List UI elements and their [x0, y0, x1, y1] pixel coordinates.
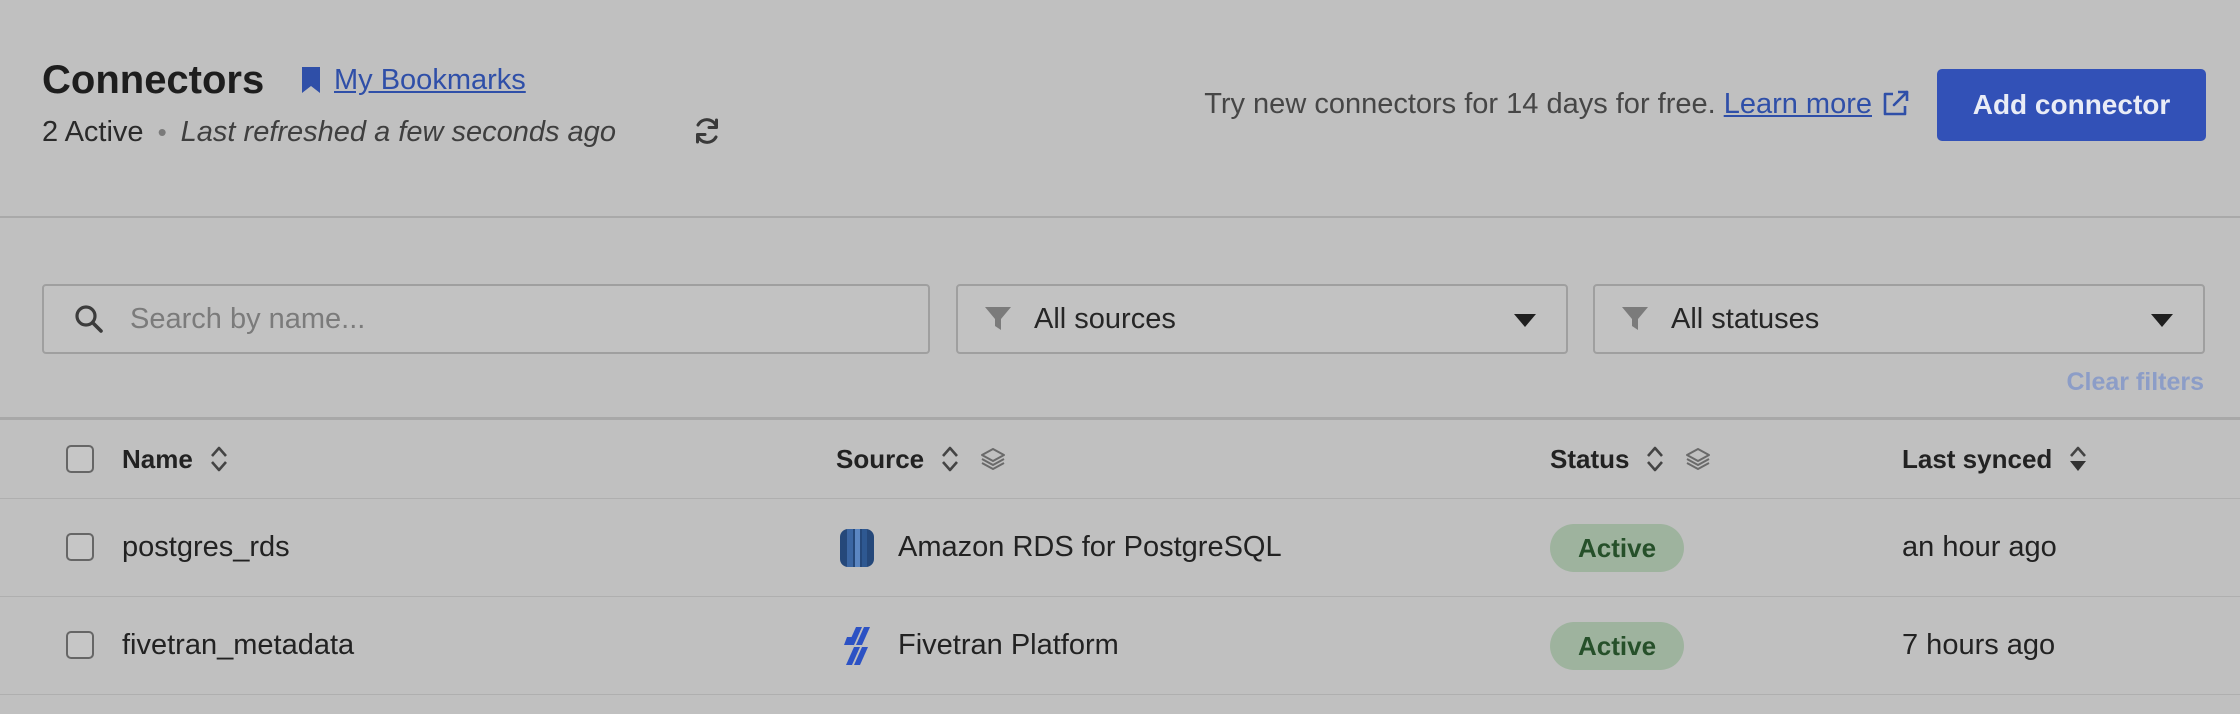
row-checkbox[interactable]: [66, 533, 94, 561]
sources-filter-value: All sources: [1034, 302, 1176, 335]
status-cell: Active: [1550, 499, 1685, 596]
statuses-filter[interactable]: All statuses: [1593, 284, 2205, 354]
external-link-icon[interactable]: [1880, 89, 1910, 119]
last-synced-cell: an hour ago: [1902, 499, 2057, 596]
status-badge: Active: [1550, 523, 1685, 572]
column-source-label: Source: [836, 443, 925, 474]
last-synced: 7 hours ago: [1902, 629, 2056, 661]
chevron-down-icon: [2151, 314, 2173, 327]
source-cell: Fivetran Platform: [838, 597, 1119, 694]
connector-name[interactable]: fivetran_metadata: [122, 629, 354, 662]
bookmark-icon: [302, 67, 320, 93]
clear-filters-button[interactable]: Clear filters: [2066, 368, 2204, 397]
column-status-label: Status: [1550, 443, 1630, 474]
sort-icon[interactable]: [209, 445, 229, 473]
page-header: Connectors My Bookmarks 2 Active • Last …: [0, 0, 2240, 218]
status-cell: Active: [1550, 597, 1685, 694]
filter-icon: [1622, 307, 1648, 330]
connector-name[interactable]: postgres_rds: [122, 531, 290, 564]
meta-separator: •: [157, 117, 167, 147]
source-name: Fivetran Platform: [898, 629, 1119, 661]
status-badge: Active: [1550, 621, 1685, 670]
connector-name-cell: fivetran_metadata: [122, 597, 354, 694]
last-refreshed: Last refreshed a few seconds ago: [180, 116, 616, 148]
layers-icon[interactable]: [980, 446, 1006, 472]
connector-meta: 2 Active • Last refreshed a few seconds …: [42, 114, 616, 150]
learn-more-link[interactable]: Learn more: [1724, 86, 1872, 122]
connector-name-cell: postgres_rds: [122, 499, 290, 596]
sort-descending-icon[interactable]: [2068, 445, 2088, 473]
chevron-down-icon: [1514, 314, 1536, 327]
column-source-header[interactable]: Source: [836, 420, 1006, 498]
search-input[interactable]: [128, 301, 892, 337]
column-name-header[interactable]: Name: [122, 420, 229, 498]
refresh-button[interactable]: [692, 116, 722, 151]
sort-icon[interactable]: [940, 445, 960, 473]
table-header-row: Name Source Status Last synced: [0, 420, 2240, 499]
connectors-table: Name Source Status Last synced postgres_…: [0, 417, 2240, 695]
page-title: Connectors: [42, 58, 265, 102]
table-row[interactable]: fivetran_metadata Fivetran Platform Acti…: [0, 597, 2240, 695]
trial-promo: Try new connectors for 14 days for free.…: [1204, 86, 1910, 122]
statuses-filter-value: All statuses: [1671, 302, 1820, 335]
column-name-label: Name: [122, 443, 193, 474]
select-all-checkbox[interactable]: [66, 445, 94, 473]
last-synced-cell: 7 hours ago: [1902, 597, 2055, 694]
add-connector-button[interactable]: Add connector: [1937, 69, 2206, 141]
layers-icon[interactable]: [1685, 446, 1711, 472]
row-checkbox[interactable]: [66, 631, 94, 659]
source-name: Amazon RDS for PostgreSQL: [898, 531, 1282, 563]
refresh-icon: [696, 118, 718, 144]
column-status-header[interactable]: Status: [1550, 420, 1711, 498]
sources-filter[interactable]: All sources: [956, 284, 1568, 354]
search-icon: [75, 305, 103, 333]
amazon-rds-logo-icon: [840, 528, 874, 567]
my-bookmarks-link[interactable]: My Bookmarks: [300, 62, 526, 98]
table-row[interactable]: postgres_rds Amazon RDS for PostgreSQL A…: [0, 499, 2240, 597]
fivetran-logo-icon: [844, 626, 870, 665]
promo-text: Try new connectors for 14 days for free.: [1204, 88, 1716, 120]
column-last-synced-label: Last synced: [1902, 443, 2053, 474]
sort-icon[interactable]: [1645, 445, 1665, 473]
active-count: 2 Active: [42, 116, 144, 148]
search-field[interactable]: [42, 284, 930, 354]
source-cell: Amazon RDS for PostgreSQL: [838, 499, 1282, 596]
filter-icon: [985, 307, 1011, 330]
my-bookmarks-label: My Bookmarks: [334, 64, 526, 96]
last-synced: an hour ago: [1902, 531, 2057, 563]
connectors-page: Connectors My Bookmarks 2 Active • Last …: [0, 0, 2240, 714]
column-last-synced-header[interactable]: Last synced: [1902, 420, 2088, 498]
